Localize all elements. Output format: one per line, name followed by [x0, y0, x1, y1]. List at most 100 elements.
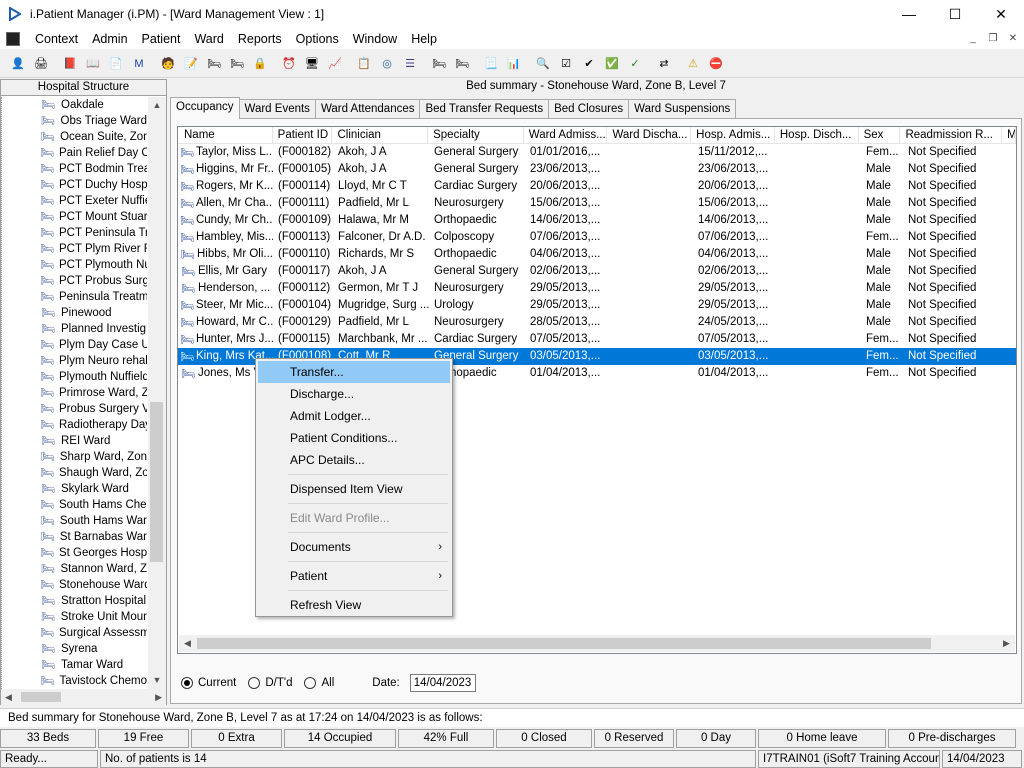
radio-current[interactable]: Current — [181, 677, 236, 689]
tree-item[interactable]: 🛏 PCT Exeter Nuffie — [2, 193, 147, 209]
ctx-item-apc-details[interactable]: APC Details... — [258, 449, 450, 471]
warning-icon[interactable]: ⚠ — [683, 54, 703, 74]
tab-bed-closures[interactable]: Bed Closures — [548, 99, 630, 119]
mdi-minimize-button[interactable]: _ — [966, 31, 980, 45]
page-icon[interactable]: 📃 — [481, 54, 501, 74]
patient-row[interactable]: 🛏 Howard, Mr C... (F000129) Padfield, Mr L N… — [178, 314, 1016, 331]
col-header-name[interactable]: Name — [178, 127, 273, 143]
bar-chart-icon[interactable]: 📊 — [504, 54, 524, 74]
ctx-item-dispensed-item-view[interactable]: Dispensed Item View — [258, 478, 450, 500]
tree-item[interactable]: 🛏 Radiotherapy Day — [2, 417, 147, 433]
tree-item[interactable]: 🛏 Peninsula Treatm — [2, 289, 147, 305]
tree-item[interactable]: 🛏 Oakdale — [2, 97, 147, 113]
patient-row[interactable]: 🛏 Hunter, Mrs J... (F000115) Marchbank, Mr … — [178, 331, 1016, 348]
col-header-ward-discharge[interactable]: Ward Discha... — [607, 127, 692, 143]
tree-item[interactable]: 🛏 Stannon Ward, Z — [2, 561, 147, 577]
menu-help[interactable]: Help — [404, 32, 444, 46]
patient-row[interactable]: 🛏 Henderson, ... (F000112) Germon, Mr T J Ne… — [178, 280, 1016, 297]
check-list-icon[interactable]: ☑ — [556, 54, 576, 74]
tree-item[interactable]: 🛏 PCT Plym River F — [2, 241, 147, 257]
tree-item[interactable]: 🛏 Surgical Assessm — [2, 625, 147, 641]
transfer-icon[interactable]: ⇄ — [654, 54, 674, 74]
ctx-item-refresh-view[interactable]: Refresh View — [258, 594, 450, 616]
notes-icon[interactable]: 📝 — [181, 54, 201, 74]
scroll-right-icon[interactable]: ▶ — [155, 692, 162, 703]
tree-item[interactable]: 🛏 St Barnabas War — [2, 529, 147, 545]
chart-icon[interactable]: 📈 — [325, 54, 345, 74]
tree-item[interactable]: 🛏 Stratton Hospital — [2, 593, 147, 609]
col-header-hosp-discharge[interactable]: Hosp. Disch... — [775, 127, 859, 143]
tree-item[interactable]: 🛏 Sharp Ward, Zon — [2, 449, 147, 465]
tree-hscroll-thumb[interactable] — [21, 692, 61, 702]
tree-item[interactable]: 🛏 PCT Probus Surg — [2, 273, 147, 289]
mdi-close-button[interactable]: ✕ — [1006, 31, 1020, 45]
tree-item[interactable]: 🛏 Syrena — [2, 641, 147, 657]
ctx-item-discharge[interactable]: Discharge... — [258, 383, 450, 405]
grid-scroll-thumb[interactable] — [197, 638, 931, 649]
arrow-check-icon[interactable]: ✅ — [602, 54, 622, 74]
tree-item[interactable]: 🛏 South Hams War — [2, 513, 147, 529]
close-button[interactable]: ✕ — [978, 0, 1024, 28]
bed2-icon[interactable]: 🛏 — [227, 54, 247, 74]
bed3-icon[interactable]: 🛏 — [429, 54, 449, 74]
col-header-readmission-reason[interactable]: Readmission R... — [900, 127, 1003, 143]
exit-icon[interactable]: ⛔ — [706, 54, 726, 74]
tree-item[interactable]: 🛏 Pain Relief Day C — [2, 145, 147, 161]
tree-item[interactable]: 🛏 Ocean Suite, Zor — [2, 129, 147, 145]
tab-ward-attendances[interactable]: Ward Attendances — [314, 99, 421, 119]
maximize-button[interactable]: ☐ — [932, 0, 978, 28]
person-icon[interactable]: 🧑 — [158, 54, 178, 74]
patient-row[interactable]: 🛏 Taylor, Miss L... (F000182) Akoh, J A Gene… — [178, 144, 1016, 161]
tree-item[interactable]: 🛏 Planned Investig — [2, 321, 147, 337]
ctx-item-patient-conditions[interactable]: Patient Conditions... — [258, 427, 450, 449]
clock-icon[interactable]: ⏰ — [279, 54, 299, 74]
mdi-restore-button[interactable]: ❐ — [986, 31, 1000, 45]
patient-row[interactable]: 🛏 Ellis, Mr Gary (F000117) Akoh, J A General… — [178, 263, 1016, 280]
tree-item[interactable]: 🛏 Tamar Ward — [2, 657, 147, 673]
list-icon[interactable]: ☰ — [400, 54, 420, 74]
tree-item[interactable]: 🛏 PCT Bodmin Trea — [2, 161, 147, 177]
ctx-item-patient[interactable]: Patient › — [258, 565, 450, 587]
user-icon[interactable]: 👤 — [8, 54, 28, 74]
tree-item[interactable]: 🛏 South Hams Cher — [2, 497, 147, 513]
radio-dtd-button[interactable] — [248, 677, 261, 689]
bed-icon[interactable]: 🛏 — [204, 54, 224, 74]
tree-item[interactable]: 🛏 Tavistock Chemo — [2, 673, 147, 689]
col-header-more[interactable]: M — [1002, 127, 1016, 143]
tree-item[interactable]: 🛏 Stonehouse Ward — [2, 577, 147, 593]
date-input[interactable]: 14/04/2023 — [409, 674, 476, 692]
document-window-icon[interactable] — [6, 31, 20, 46]
patient-row[interactable]: 🛏 Steer, Mr Mic... (F000104) Mugridge, Surg… — [178, 297, 1016, 314]
tab-bed-transfer-requests[interactable]: Bed Transfer Requests — [419, 99, 550, 119]
ctx-item-documents[interactable]: Documents › — [258, 536, 450, 558]
lock-icon[interactable]: 🔒 — [250, 54, 270, 74]
print-icon[interactable]: 🖨 — [31, 54, 51, 74]
patient-row[interactable]: 🛏 Allen, Mr Cha... (F000111) Padfield, Mr L… — [178, 195, 1016, 212]
col-header-sex[interactable]: Sex — [859, 127, 901, 143]
menu-reports[interactable]: Reports — [231, 32, 289, 46]
report-icon[interactable]: 📋 — [354, 54, 374, 74]
m-icon[interactable]: M — [129, 54, 149, 74]
search-icon[interactable]: 🔍 — [533, 54, 553, 74]
minimize-button[interactable]: — — [886, 0, 932, 28]
tree-item[interactable]: 🛏 Skylark Ward — [2, 481, 147, 497]
tree-item[interactable]: 🛏 Plymouth Nuffield — [2, 369, 147, 385]
patient-row[interactable]: 🛏 Hambley, Mis... (F000113) Falconer, Dr A.… — [178, 229, 1016, 246]
monitor-icon[interactable]: 🖥 — [302, 54, 322, 74]
tree-item[interactable]: 🛏 PCT Duchy Hosp — [2, 177, 147, 193]
ctx-item-transfer[interactable]: Transfer... — [258, 361, 450, 383]
menu-options[interactable]: Options — [289, 32, 346, 46]
tree-item[interactable]: 🛏 Primrose Ward, Z — [2, 385, 147, 401]
radio-dtd[interactable]: D/T'd — [248, 677, 292, 689]
menu-ward[interactable]: Ward — [187, 32, 230, 46]
col-header-ward-admission[interactable]: Ward Admiss... — [524, 127, 608, 143]
tree-item[interactable]: 🛏 St Georges Hosp — [2, 545, 147, 561]
tree-vertical-scrollbar[interactable]: ▲ ▼ — [148, 97, 166, 689]
document-icon[interactable]: 📄 — [106, 54, 126, 74]
tree-item[interactable]: 🛏 REI Ward — [2, 433, 147, 449]
patient-row[interactable]: 🛏 Higgins, Mr Fr... (F000105) Akoh, J A Gene… — [178, 161, 1016, 178]
scroll-down-icon[interactable]: ▼ — [148, 672, 166, 689]
tree-item[interactable]: 🛏 Plym Neuro rehab — [2, 353, 147, 369]
check2-icon[interactable]: ✔ — [579, 54, 599, 74]
radio-all-button[interactable] — [304, 677, 317, 689]
